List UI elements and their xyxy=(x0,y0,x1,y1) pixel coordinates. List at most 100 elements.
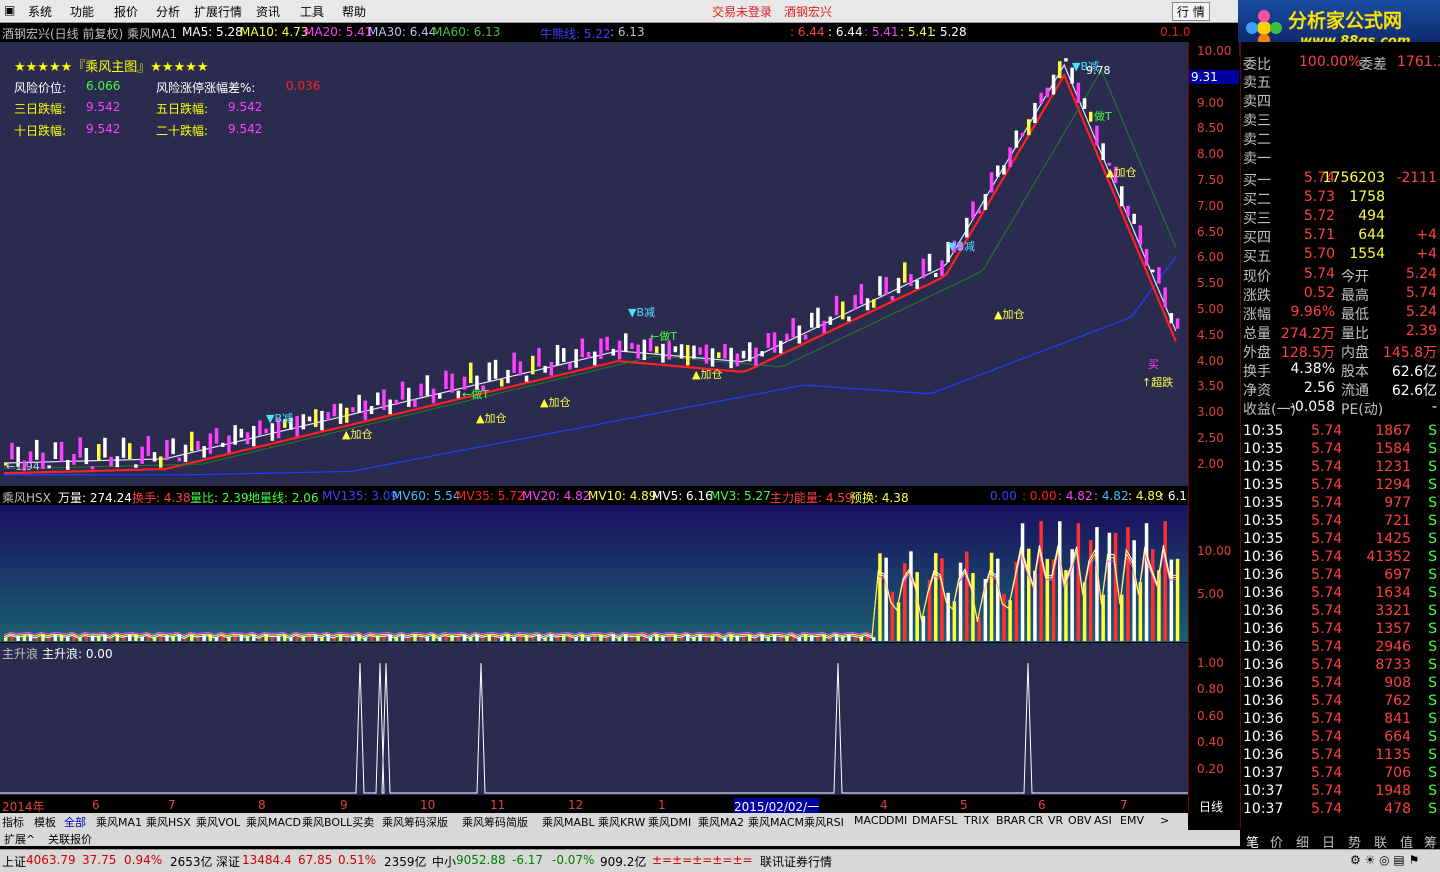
indicator-tab[interactable]: 乘风RSI xyxy=(804,814,844,830)
indicator-tab[interactable]: EMV xyxy=(1120,814,1144,827)
app-icon[interactable]: ▣ xyxy=(4,3,15,17)
date-tick: 4 xyxy=(880,798,888,812)
candlesticks xyxy=(4,58,1180,471)
menu-function[interactable]: 功能 xyxy=(70,3,94,20)
candle xyxy=(425,375,430,396)
candle xyxy=(134,464,138,468)
candle xyxy=(1014,130,1019,148)
tick-price: 5.74 xyxy=(1311,711,1343,727)
volume-bar xyxy=(1151,549,1155,641)
logo-title: 分析家公式网 xyxy=(1288,10,1403,32)
candle xyxy=(388,399,392,415)
vol-r6: : 6.16 xyxy=(1160,489,1188,503)
indicator-tab[interactable]: DMA xyxy=(912,814,938,827)
menu-info[interactable]: 资讯 xyxy=(256,3,280,20)
indicator-tab[interactable]: 乘风MABL xyxy=(542,814,595,830)
volume-bar xyxy=(1132,540,1136,641)
indicator-tab[interactable]: 全部 xyxy=(64,814,86,830)
vol-ratio: 量比: 2.39 xyxy=(190,491,249,504)
candle xyxy=(1064,58,1068,62)
wave-axis-tick: 0.40 xyxy=(1197,735,1224,749)
candle xyxy=(258,420,262,436)
ask-level-row: 卖二 xyxy=(1241,129,1440,148)
menu-analysis[interactable]: 分析 xyxy=(156,3,180,20)
ma5-value: MA5: 5.28 xyxy=(182,25,243,39)
bid-volume: 1758 xyxy=(1349,189,1385,205)
indicator-tab[interactable]: MACD xyxy=(854,814,887,827)
indicator-tab[interactable]: 乘风筹码深版 xyxy=(382,814,448,830)
stock-name-top: 酒钢宏兴 xyxy=(784,5,833,19)
candle xyxy=(245,432,250,445)
indicator-tab[interactable]: BRAR xyxy=(996,814,1026,827)
price-axis-tick: 4.00 xyxy=(1197,353,1224,368)
vol-axis-tick: 10.00 xyxy=(1197,544,1232,558)
tab-extend[interactable]: 扩展^ xyxy=(4,831,35,847)
candle xyxy=(679,344,684,359)
main-wave-chart[interactable]: 主升浪 主升浪: 0.00 xyxy=(0,643,1188,795)
candle xyxy=(53,442,58,460)
candle xyxy=(865,298,870,311)
bid-price: 5.71 xyxy=(1303,227,1335,243)
candle xyxy=(431,388,436,404)
candle xyxy=(896,277,901,294)
tick-side: S xyxy=(1428,783,1437,799)
bid-level-row: 买五 5.70 1554 +4 xyxy=(1241,246,1440,265)
indicator-tab[interactable]: 乘风MACD xyxy=(246,814,301,830)
candle xyxy=(965,217,969,238)
menu-extended[interactable]: 扩展行情 xyxy=(194,3,242,20)
indicator-tab[interactable]: OBV xyxy=(1068,814,1091,827)
tick-time: 10:36 xyxy=(1243,567,1284,583)
vol-pre-turnover: 预换: 4.38 xyxy=(850,491,909,504)
indicator-tab[interactable]: 乘风MACM xyxy=(748,814,804,830)
indicator-tab[interactable]: 乘风KRW xyxy=(598,814,645,830)
indicator-tab[interactable]: 乘风BOLL买卖 xyxy=(302,814,374,830)
indicator-tab[interactable]: 乘风HSX xyxy=(146,814,191,830)
menu-system[interactable]: 系统 xyxy=(28,3,52,20)
tick-time: 10:35 xyxy=(1243,495,1284,511)
indicator-tab[interactable]: 指标 xyxy=(2,814,24,830)
quote-button[interactable]: 行 情 xyxy=(1172,2,1210,21)
indicator-tab[interactable]: VR xyxy=(1048,814,1063,827)
menu-quote[interactable]: 报价 xyxy=(114,3,138,20)
menu-tools[interactable]: 工具 xyxy=(300,3,324,20)
candle xyxy=(369,406,374,415)
candle xyxy=(636,344,640,359)
indicator-tab[interactable]: 乘风MA2 xyxy=(698,814,744,830)
sme-change: -6.17 xyxy=(512,853,544,867)
indicator-tab[interactable]: 乘风VOL xyxy=(196,814,240,830)
bid-ratio-row: 委比 100.00% 委差 1761.3 xyxy=(1241,54,1440,73)
indicator-tab[interactable]: 模板 xyxy=(34,814,56,830)
tab-control-button[interactable]: > xyxy=(1160,814,1169,827)
tick-price: 5.74 xyxy=(1311,729,1343,745)
indicator-tab[interactable]: ASI xyxy=(1094,814,1112,827)
stat-label: 涨跌 xyxy=(1243,288,1271,304)
indicator-tab[interactable]: 乘风筹码简版 xyxy=(462,814,528,830)
candle xyxy=(617,340,622,360)
tab-related-quote[interactable]: 关联报价 xyxy=(48,831,92,847)
menu-help[interactable]: 帮助 xyxy=(342,3,366,20)
indicator-tab[interactable]: 乘风MA1 xyxy=(96,814,142,830)
header-v5: : 5.28 xyxy=(932,25,967,39)
main-price-chart[interactable]: ★★★★★『乘风主图』★★★★★ 风险价位: 6.066 风险涨停涨幅差%: 0… xyxy=(0,42,1188,486)
stat-label: PE(动) xyxy=(1341,402,1384,418)
indicator-tab[interactable]: TRIX xyxy=(964,814,989,827)
indicator-tab[interactable]: CR xyxy=(1028,814,1043,827)
tick-price: 5.74 xyxy=(1311,693,1343,709)
bid-price: 5.72 xyxy=(1303,208,1335,224)
period-label[interactable]: 日线 xyxy=(1199,798,1223,815)
sh-label: 上证 xyxy=(2,855,27,869)
ma30-value: MA30: 6.44 xyxy=(368,25,437,39)
volume-chart[interactable] xyxy=(0,505,1188,642)
indicator-tab[interactable]: FSL xyxy=(938,814,957,827)
sme-index: 9052.88 xyxy=(456,853,506,867)
tick-row: 10:36 5.74 841 S xyxy=(1241,711,1440,730)
candle xyxy=(35,439,39,460)
indicator-tab[interactable]: 乘风DMI xyxy=(648,814,691,830)
date-tick: 11 xyxy=(490,798,506,812)
indicator-tab[interactable]: DMI xyxy=(886,814,907,827)
price-tag: 9.31 xyxy=(1189,70,1239,84)
tick-side: S xyxy=(1428,801,1437,817)
candle xyxy=(72,454,76,465)
tick-volume: 697 xyxy=(1384,567,1411,583)
volume-bar xyxy=(1175,558,1180,641)
